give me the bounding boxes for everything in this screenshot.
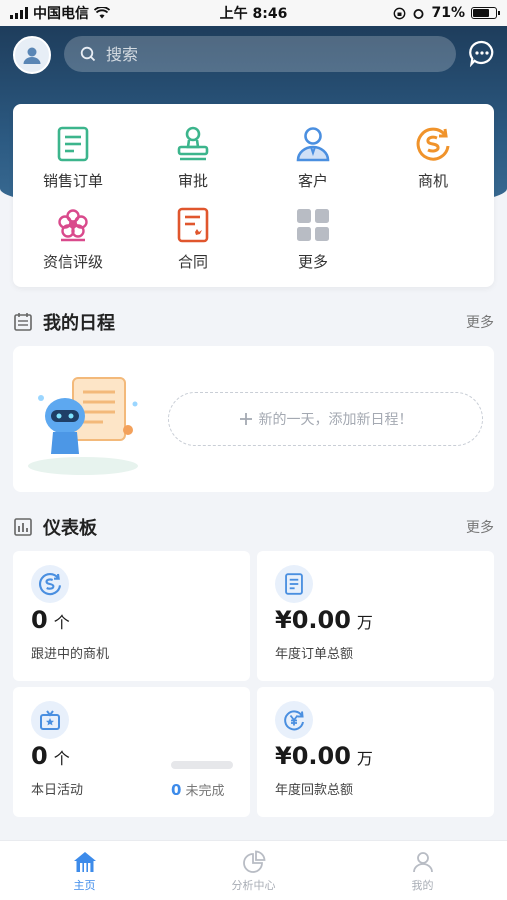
activity-star-icon	[31, 701, 69, 739]
sales-order-icon	[53, 124, 93, 164]
business-opportunity-icon	[31, 565, 69, 603]
search-input[interactable]	[106, 44, 406, 64]
bottom-navigation: 主页 分析中心 我的	[0, 840, 507, 900]
battery-icon	[470, 7, 500, 19]
menu-more[interactable]: 更多	[253, 205, 373, 275]
status-time: 上午 8:46	[219, 6, 288, 22]
card-label: 年度回款总额	[275, 783, 354, 798]
nav-home[interactable]: 主页	[0, 841, 169, 900]
carrier-label: 中国电信	[33, 6, 89, 22]
card-label: 年度订单总额	[275, 647, 354, 662]
robot-illustration	[28, 377, 138, 475]
business-opportunity-icon	[413, 124, 453, 164]
menu-label: 商机	[417, 172, 448, 190]
menu-sales-order[interactable]: 销售订单	[13, 124, 133, 194]
card-value: ¥0.00 万	[275, 742, 373, 770]
approval-stamp-icon	[173, 124, 213, 164]
menu-label: 客户	[297, 172, 328, 190]
dashboard-card-today-activity[interactable]: 0个 本日活动 0 未完成	[13, 687, 250, 817]
card-label: 本日活动	[31, 783, 84, 798]
quick-menu-card: 销售订单 审批 客户 商机 资信评级 合同 更多	[13, 104, 494, 287]
orientation-lock-icon	[394, 7, 406, 19]
card-label: 跟进中的商机	[31, 647, 110, 662]
card-value: ¥0.00 万	[275, 606, 373, 634]
calendar-icon	[14, 313, 32, 331]
search-bar[interactable]	[64, 36, 456, 72]
user-avatar-icon	[23, 47, 41, 64]
payment-yen-icon	[275, 701, 313, 739]
nav-label: 主页	[73, 879, 96, 892]
contract-icon	[173, 205, 213, 245]
menu-label: 资信评级	[42, 253, 103, 271]
menu-contract[interactable]: 合同	[133, 205, 253, 275]
search-icon	[80, 46, 96, 62]
activity-progress-bar	[171, 761, 233, 769]
add-schedule-label: 新的一天，添加新日程！	[258, 412, 413, 428]
schedule-title: 我的日程	[43, 313, 115, 334]
incomplete-count: 0 未完成	[171, 781, 225, 799]
dashboard-card-annual-orders[interactable]: ¥0.00 万 年度订单总额	[257, 551, 494, 681]
menu-label: 销售订单	[42, 172, 103, 190]
alarm-icon	[413, 8, 424, 19]
menu-approval[interactable]: 审批	[133, 124, 253, 194]
nav-label: 分析中心	[231, 879, 276, 892]
credit-rating-flower-icon	[53, 205, 93, 245]
wifi-icon	[94, 7, 110, 19]
message-icon[interactable]	[468, 39, 496, 67]
dashboard-card-opportunities[interactable]: 0个 跟进中的商机	[13, 551, 250, 681]
card-value: 0个	[31, 606, 70, 634]
menu-label: 更多	[297, 253, 328, 271]
menu-business-opportunity[interactable]: 商机	[373, 124, 493, 194]
nav-profile[interactable]: 我的	[338, 841, 507, 900]
battery-percent: 71%	[431, 5, 465, 21]
card-value: 0个	[31, 742, 70, 770]
signal-icon	[10, 7, 28, 19]
schedule-more-link[interactable]: 更多	[466, 312, 494, 332]
schedule-section-header: 我的日程 更多	[13, 308, 494, 336]
schedule-card: 新的一天，添加新日程！	[13, 346, 494, 492]
add-schedule-button[interactable]: 新的一天，添加新日程！	[168, 392, 483, 446]
nav-label: 我的	[411, 879, 434, 892]
menu-label: 合同	[177, 253, 208, 271]
customer-icon	[293, 124, 333, 164]
dashboard-chart-icon	[14, 518, 32, 536]
menu-credit-rating[interactable]: 资信评级	[13, 205, 133, 275]
avatar[interactable]	[13, 36, 51, 74]
grid-more-icon	[293, 205, 333, 245]
menu-label: 审批	[177, 172, 208, 190]
top-header	[0, 34, 507, 74]
profile-icon	[412, 852, 433, 873]
dashboard-section-header: 仪表板 更多	[13, 513, 494, 541]
dashboard-more-link[interactable]: 更多	[466, 517, 494, 537]
plus-icon	[239, 413, 252, 425]
home-icon	[73, 852, 96, 872]
document-icon	[275, 565, 313, 603]
analysis-pie-icon	[242, 850, 265, 873]
menu-customer[interactable]: 客户	[253, 124, 373, 194]
dashboard-title: 仪表板	[43, 518, 97, 539]
status-bar: 中国电信 上午 8:46 71%	[0, 0, 507, 26]
nav-analysis-center[interactable]: 分析中心	[169, 841, 338, 900]
dashboard-card-annual-payments[interactable]: ¥0.00 万 年度回款总额	[257, 687, 494, 817]
